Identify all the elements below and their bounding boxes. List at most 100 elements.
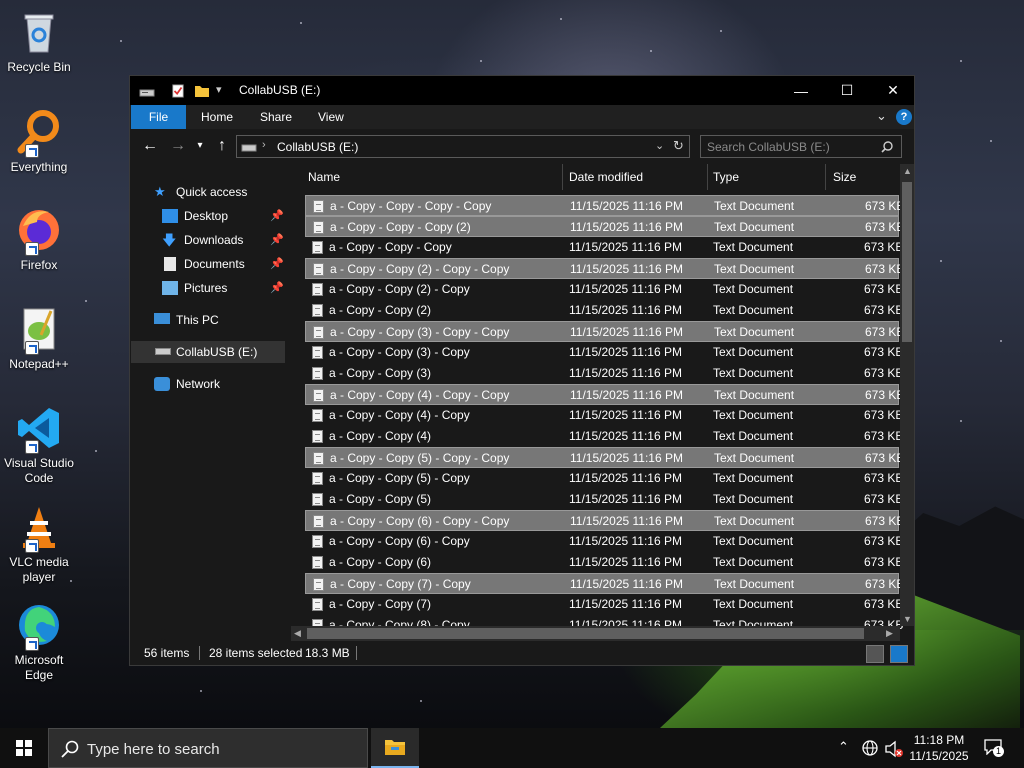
nav-label: Documents [184, 257, 245, 271]
desktop-icon-edge[interactable]: Microsoft Edge [2, 601, 76, 683]
column-divider[interactable] [825, 164, 826, 190]
desktop-icon-vscode[interactable]: Visual Studio Code [2, 404, 76, 486]
file-type: Text Document [713, 555, 794, 569]
file-date-modified: 11/15/2025 11:16 PM [570, 577, 683, 591]
desktop-icon-firefox[interactable]: Firefox [2, 206, 76, 273]
file-row[interactable]: a - Copy - Copy (6) - Copy 11/15/2025 11:… [305, 531, 903, 552]
tab-share[interactable]: Share [246, 105, 306, 129]
file-row[interactable]: a - Copy - Copy (2) 11/15/2025 11:16 PM Te… [305, 300, 903, 321]
file-row[interactable]: a - Copy - Copy (2) - Copy 11/15/2025 11:… [305, 279, 903, 300]
column-divider[interactable] [562, 164, 563, 190]
desktop-icon-recycle-bin[interactable]: Recycle Bin [2, 8, 76, 75]
file-size: 673 KB [864, 366, 904, 380]
file-row[interactable]: a - Copy - Copy (7) 11/15/2025 11:16 PM Te… [305, 594, 903, 615]
file-row[interactable]: a - Copy - Copy - Copy (2) 11/15/2025 11:… [305, 216, 904, 237]
column-header-date[interactable]: Date modified [569, 170, 643, 184]
file-size: 673 KB [864, 555, 904, 569]
recent-locations-icon[interactable]: ▾ [194, 136, 206, 156]
file-row[interactable]: a - Copy - Copy (4) 11/15/2025 11:16 PM Te… [305, 426, 903, 447]
shortcut-arrow-icon [25, 341, 39, 355]
file-row[interactable]: a - Copy - Copy (3) - Copy - Copy 11/15/2… [305, 321, 904, 342]
address-bar[interactable]: › CollabUSB (E:) ⌄ ↻ [236, 135, 690, 158]
volume-muted-icon[interactable] [884, 740, 904, 758]
file-row[interactable]: a - Copy - Copy (6) - Copy - Copy 11/15/2… [305, 510, 904, 531]
scroll-down-icon[interactable]: ▼ [903, 614, 912, 624]
desktop-icon-label: Firefox [20, 258, 58, 272]
taskbar-file-explorer-button[interactable] [371, 728, 419, 768]
title-bar[interactable]: ▾ CollabUSB (E:) — ☐ ✕ [130, 76, 914, 105]
help-icon[interactable]: ? [896, 109, 912, 125]
column-header-name[interactable]: Name [308, 170, 340, 184]
nav-desktop[interactable]: Desktop 📌 [162, 205, 284, 227]
text-file-icon [313, 221, 324, 234]
file-row[interactable]: a - Copy - Copy (3) 11/15/2025 11:16 PM Te… [305, 363, 903, 384]
nav-documents[interactable]: Documents 📌 [162, 253, 284, 275]
expand-ribbon-icon[interactable]: ⌄ [876, 108, 887, 124]
text-file-icon [312, 304, 323, 317]
address-history-dropdown-icon[interactable]: ⌄ [655, 139, 664, 152]
large-icons-view-button[interactable] [890, 645, 908, 663]
file-row[interactable]: a - Copy - Copy (5) - Copy - Copy 11/15/2… [305, 447, 904, 468]
horizontal-scrollbar[interactable]: ◀ ▶ [291, 626, 900, 641]
file-row[interactable]: a - Copy - Copy (7) - Copy 11/15/2025 11:… [305, 573, 904, 594]
column-header-size[interactable]: Size [833, 170, 856, 184]
file-row[interactable]: a - Copy - Copy (5) - Copy 11/15/2025 11:… [305, 468, 903, 489]
horizontal-scroll-thumb[interactable] [307, 628, 864, 639]
file-row[interactable]: a - Copy - Copy (2) - Copy - Copy 11/15/2… [305, 258, 904, 279]
refresh-icon[interactable]: ↻ [673, 138, 684, 154]
scroll-up-icon[interactable]: ▲ [903, 166, 912, 176]
vertical-scroll-thumb[interactable] [902, 182, 912, 342]
properties-icon[interactable] [171, 84, 185, 98]
maximize-button[interactable]: ☐ [824, 76, 870, 105]
quick-access-dropdown-icon[interactable]: ▾ [216, 83, 222, 96]
file-row[interactable]: a - Copy - Copy (4) - Copy - Copy 11/15/2… [305, 384, 904, 405]
file-row[interactable]: a - Copy - Copy - Copy - Copy 11/15/2025 … [305, 195, 904, 216]
scroll-left-icon[interactable]: ◀ [294, 628, 301, 639]
forward-button[interactable]: → [168, 136, 188, 156]
desktop-icon-vlc[interactable]: VLC media player [2, 503, 76, 585]
nav-this-pc[interactable]: This PC [154, 309, 284, 331]
pin-icon: 📌 [270, 234, 284, 246]
start-button[interactable] [0, 728, 48, 768]
column-header-type[interactable]: Type [713, 170, 739, 184]
breadcrumb[interactable]: CollabUSB (E:) [277, 140, 358, 154]
search-icon[interactable] [881, 141, 893, 153]
desktop-icon-everything[interactable]: Everything [2, 108, 76, 175]
back-button[interactable]: ← [140, 136, 160, 156]
taskbar-search-input[interactable] [87, 739, 347, 759]
taskbar-search-box[interactable] [48, 728, 368, 768]
new-folder-icon[interactable] [194, 84, 210, 98]
file-row[interactable]: a - Copy - Copy - Copy 11/15/2025 11:16 P… [305, 237, 903, 258]
tab-view[interactable]: View [304, 105, 358, 129]
search-input[interactable] [707, 138, 877, 155]
minimize-button[interactable]: — [778, 76, 824, 105]
nav-collabusb-drive[interactable]: CollabUSB (E:) [131, 341, 285, 363]
nav-quick-access[interactable]: ★ Quick access [154, 181, 284, 203]
nav-label: Downloads [184, 233, 244, 247]
up-button[interactable]: ↑ [212, 136, 232, 156]
system-clock[interactable]: 11:18 PM 11/15/2025 [906, 732, 972, 764]
details-view-button[interactable] [866, 645, 884, 663]
nav-downloads[interactable]: 🡇 Downloads 📌 [162, 229, 284, 251]
tab-home[interactable]: Home [187, 105, 247, 129]
file-row[interactable]: a - Copy - Copy (5) 11/15/2025 11:16 PM Te… [305, 489, 903, 510]
file-row[interactable]: a - Copy - Copy (6) 11/15/2025 11:16 PM Te… [305, 552, 903, 573]
network-globe-icon[interactable] [862, 740, 880, 758]
file-row[interactable]: a - Copy - Copy (4) - Copy 11/15/2025 11:… [305, 405, 903, 426]
desktop-icon-notepad-plus-plus[interactable]: Notepad++ [2, 305, 76, 372]
column-divider[interactable] [707, 164, 708, 190]
tab-file[interactable]: File [131, 105, 186, 129]
breadcrumb-chevron-icon[interactable]: › [262, 139, 266, 151]
search-field[interactable] [700, 135, 902, 158]
file-date-modified: 11/15/2025 11:16 PM [569, 408, 682, 422]
vertical-scrollbar[interactable]: ▲ ▼ [900, 164, 914, 626]
notification-center-button[interactable]: 1 [984, 739, 1004, 757]
nav-pictures[interactable]: Pictures 📌 [162, 277, 284, 299]
show-hidden-icons-chevron-icon[interactable]: ⌃ [838, 739, 849, 768]
file-row[interactable]: a - Copy - Copy (3) - Copy 11/15/2025 11:… [305, 342, 903, 363]
scroll-right-icon[interactable]: ▶ [886, 628, 893, 639]
nav-network[interactable]: Network [154, 373, 284, 395]
edge-icon [15, 601, 63, 651]
desktop-icon-label: Notepad++ [9, 357, 69, 371]
close-button[interactable]: ✕ [870, 76, 916, 105]
